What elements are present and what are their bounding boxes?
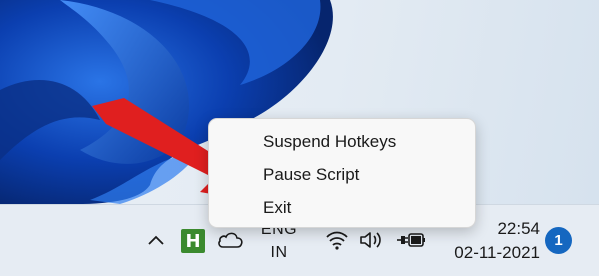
cloud-icon[interactable] bbox=[215, 229, 245, 251]
menu-item-suspend-hotkeys[interactable]: Suspend Hotkeys bbox=[209, 125, 475, 158]
tray-context-menu: Suspend Hotkeys Pause Script Exit bbox=[208, 118, 476, 228]
wifi-icon[interactable] bbox=[324, 229, 350, 251]
menu-item-pause-script[interactable]: Pause Script bbox=[209, 158, 475, 191]
chevron-up-icon[interactable] bbox=[143, 227, 169, 253]
autohotkey-glyph: H bbox=[185, 230, 201, 252]
notification-badge[interactable]: 1 bbox=[545, 227, 572, 254]
speaker-icon[interactable] bbox=[358, 229, 386, 251]
battery-charging-icon[interactable] bbox=[396, 229, 426, 251]
notification-count: 1 bbox=[554, 232, 563, 249]
menu-item-exit[interactable]: Exit bbox=[209, 191, 475, 224]
language-region: IN bbox=[270, 244, 288, 261]
autohotkey-icon[interactable]: H bbox=[181, 229, 205, 253]
clock-time: 22:54 bbox=[497, 219, 540, 238]
clock-date: 02-11-2021 bbox=[454, 243, 540, 262]
